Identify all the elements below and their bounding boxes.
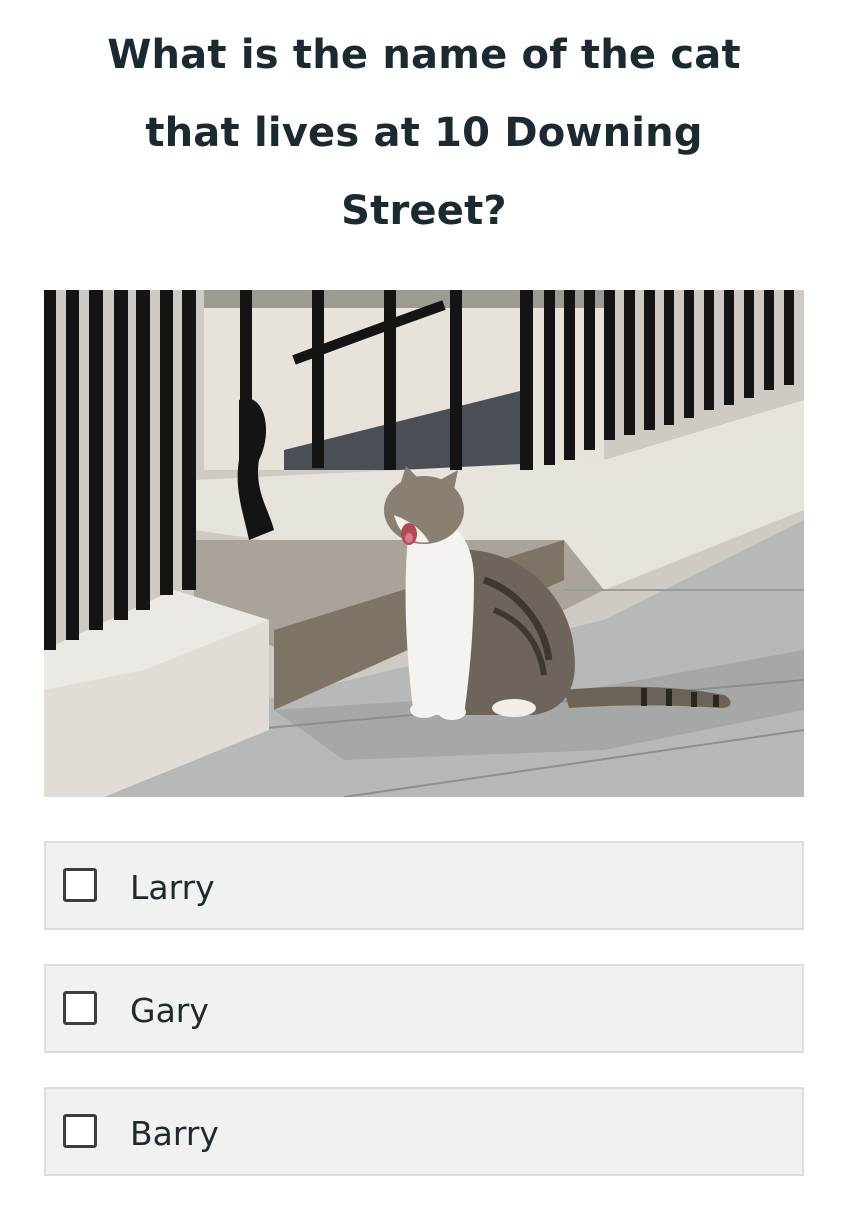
checkbox-larry[interactable] [63, 868, 97, 902]
option-gary[interactable]: Gary [44, 964, 804, 1053]
option-label: Barry [130, 1114, 219, 1153]
question-title: What is the name of the cat that lives a… [107, 32, 741, 234]
cat-photo [44, 290, 804, 797]
option-barry[interactable]: Barry [44, 1087, 804, 1176]
answer-options: Larry Gary Barry [44, 841, 804, 1210]
option-larry[interactable]: Larry [44, 841, 804, 930]
checkbox-gary[interactable] [63, 991, 97, 1025]
checkbox-barry[interactable] [63, 1114, 97, 1148]
option-label: Larry [130, 868, 215, 907]
option-label: Gary [130, 991, 209, 1030]
